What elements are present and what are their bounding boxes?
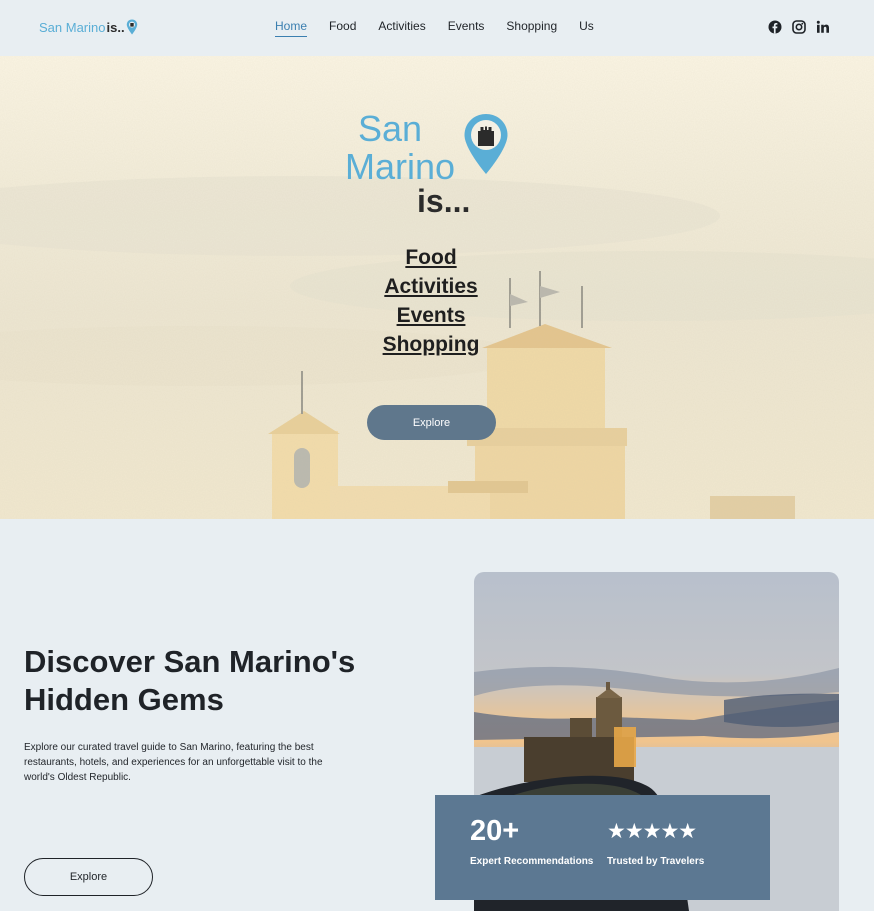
- hero-link-food[interactable]: Food: [331, 243, 531, 272]
- discover-explore-button[interactable]: Explore: [24, 858, 153, 896]
- hero-explore-button[interactable]: Explore: [367, 405, 496, 440]
- nav-home[interactable]: Home: [275, 19, 308, 37]
- nav-food[interactable]: Food: [329, 19, 356, 37]
- hero-logo-is: is...: [417, 183, 471, 219]
- hero-logo: San Marino is...: [345, 111, 515, 221]
- main-nav: Home Food Activities Events Shopping Us: [275, 19, 594, 37]
- facebook-icon[interactable]: [768, 20, 782, 34]
- linkedin-icon[interactable]: [816, 20, 830, 34]
- hero-link-activities[interactable]: Activities: [331, 272, 531, 301]
- social-links: [768, 20, 830, 34]
- instagram-icon[interactable]: [792, 20, 806, 34]
- location-pin-tower-icon: [464, 114, 508, 174]
- recommendations-label: Expert Recommendations: [470, 856, 594, 867]
- logo-text-secondary: is..: [106, 19, 125, 35]
- nav-us[interactable]: Us: [579, 19, 594, 37]
- logo-text-primary: San Marino: [39, 19, 106, 35]
- rating-stars-icon: ★★★★★: [607, 820, 697, 843]
- site-header: San Marino is.. Home Food Activities Eve…: [0, 0, 874, 56]
- hero-section: San Marino is... Food Activities Events …: [0, 56, 874, 519]
- recommendations-count: 20+: [470, 815, 520, 847]
- stats-panel: 20+ Expert Recommendations ★★★★★ Trusted…: [435, 795, 770, 900]
- discover-description: Explore our curated travel guide to San …: [24, 742, 323, 783]
- site-logo[interactable]: San Marino is..: [39, 19, 138, 35]
- hero-link-events[interactable]: Events: [331, 301, 531, 330]
- nav-shopping[interactable]: Shopping: [506, 19, 557, 37]
- location-pin-icon: [126, 19, 137, 35]
- rating-label: Trusted by Travelers: [607, 856, 705, 867]
- nav-activities[interactable]: Activities: [378, 19, 425, 37]
- hero-link-shopping[interactable]: Shopping: [331, 330, 531, 359]
- hero-logo-marino: Marino: [345, 146, 456, 187]
- hero-category-links: Food Activities Events Shopping: [331, 243, 531, 359]
- nav-events[interactable]: Events: [448, 19, 485, 37]
- hero-logo-san: San: [358, 108, 423, 149]
- discover-heading: Discover San Marino's Hidden Gems: [24, 644, 356, 717]
